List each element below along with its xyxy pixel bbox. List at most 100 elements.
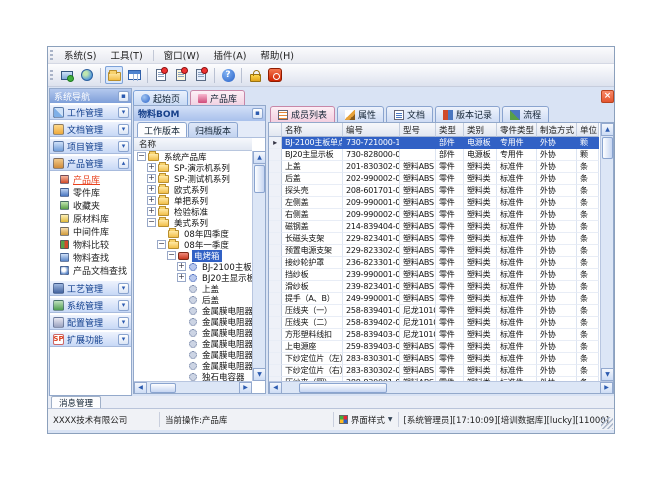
sidebar-item-产品文档查找[interactable]: 产品文档查找 — [50, 264, 131, 277]
table-row[interactable]: BJ20主显示板730-828000-04E部件电源板专用件外协颗 — [269, 149, 600, 161]
table-row[interactable]: 磁钢盖214-839404-01E塑料ABS零件塑料类标准件外协条 — [269, 221, 600, 233]
tree-node[interactable]: 08年四季度 — [134, 228, 252, 239]
table-row[interactable]: 下纱定位片（左）283-830301-00E塑料ABS零件塑料类标准件外协条 — [269, 353, 600, 365]
chevron-down-icon[interactable]: ▾ — [118, 300, 129, 311]
column-header-型号[interactable]: 型号 — [400, 123, 436, 137]
bom-pin-button[interactable]: ▪ — [252, 108, 263, 119]
chevron-down-icon[interactable]: ▾ — [118, 107, 129, 118]
member-vertical-scrollbar[interactable]: ▲ ▼ — [600, 123, 613, 381]
member-hscroll-thumb[interactable] — [299, 383, 387, 393]
table-row[interactable]: 上盖201-830302-00E塑料ABS零件塑料类标准件外协条 — [269, 161, 600, 173]
table-row[interactable]: 接纱轮护罩236-823301-00E塑料ABS零件塑料类标准件外协条 — [269, 257, 600, 269]
tree-node[interactable]: 独石电容器 — [134, 371, 252, 381]
sidebar-group-文档管理[interactable]: 文档管理▾ — [50, 121, 131, 137]
menu-help[interactable]: 帮助(H) — [253, 47, 301, 63]
globe-icon[interactable] — [78, 66, 96, 84]
sidebar-item-产品库[interactable]: 产品库 — [50, 173, 131, 186]
tab-流程[interactable]: 流程 — [502, 106, 549, 122]
chevron-up-icon[interactable]: ▴ — [118, 158, 129, 169]
tree-node[interactable]: 金属膜电阻器 — [134, 338, 252, 349]
menubar-grip[interactable] — [50, 50, 53, 61]
sidebar-pin-button[interactable]: ▪ — [118, 91, 129, 102]
tab-属性[interactable]: 属性 — [337, 106, 384, 122]
new-doc-icon[interactable] — [152, 66, 170, 84]
lock-icon[interactable] — [246, 66, 264, 84]
chevron-down-icon[interactable]: ▾ — [118, 317, 129, 328]
sidebar-group-产品管理[interactable]: 产品管理▴ — [50, 155, 131, 171]
member-scroll-thumb[interactable] — [602, 137, 613, 159]
product-folder-icon[interactable] — [105, 66, 123, 84]
expand-plus-icon[interactable]: + — [147, 163, 156, 172]
tree-node[interactable]: +BJ-2100主板单点 — [134, 261, 252, 272]
scroll-right-icon[interactable]: ▶ — [600, 382, 613, 394]
expand-plus-icon[interactable]: + — [177, 273, 186, 282]
chevron-down-icon[interactable]: ▾ — [118, 283, 129, 294]
help-icon[interactable]: ? — [219, 66, 237, 84]
scroll-down-icon[interactable]: ▼ — [253, 368, 265, 381]
table-row[interactable]: 压线夹（一）258-839401-00E尼龙1010零件塑料类标准件外协条 — [269, 305, 600, 317]
message-panel-tab[interactable]: 消息管理 — [51, 396, 101, 408]
column-header-类别[interactable]: 类别 — [464, 123, 497, 137]
chevron-down-icon[interactable]: ▾ — [118, 124, 129, 135]
bom-tree-horizontal-scrollbar[interactable]: ◀ ▶ — [134, 381, 252, 393]
scroll-up-icon[interactable]: ▲ — [253, 151, 265, 164]
column-header-类型[interactable]: 类型 — [436, 123, 464, 137]
bom-tree-scroll-thumb[interactable] — [254, 165, 265, 193]
tree-node[interactable]: −电烤箱 — [134, 250, 252, 261]
column-header-制造方式[interactable]: 制造方式 — [537, 123, 577, 137]
version-tab-归档版本[interactable]: 归档版本 — [188, 122, 238, 137]
tree-node[interactable]: 金属膜电阻器 — [134, 360, 252, 371]
tab-版本记录[interactable]: 版本记录 — [435, 106, 500, 122]
sidebar-item-收藏夹[interactable]: 收藏夹 — [50, 199, 131, 212]
scroll-left-icon[interactable]: ◀ — [269, 382, 282, 394]
sidebar-group-工作管理[interactable]: 工作管理▾ — [50, 104, 131, 120]
tree-node[interactable]: 金属膜电阻器 — [134, 316, 252, 327]
expand-plus-icon[interactable]: + — [147, 207, 156, 216]
tree-node[interactable]: 金属膜电阻器 — [134, 349, 252, 360]
scroll-down-icon[interactable]: ▼ — [601, 368, 614, 381]
menu-window[interactable]: 窗口(W) — [157, 47, 207, 63]
sidebar-item-中间件库[interactable]: 中间件库 — [50, 225, 131, 238]
toolbar-grip[interactable] — [50, 70, 53, 81]
table-row[interactable]: 压线夹（二）258-839402-00E尼龙1010零件塑料类标准件外协条 — [269, 317, 600, 329]
table-row[interactable]: 下纱定位片（右）283-830302-00E塑料ABS零件塑料类标准件外协条 — [269, 365, 600, 377]
tab-成员列表[interactable]: 成员列表 — [270, 106, 335, 122]
collapse-minus-icon[interactable]: − — [167, 251, 176, 260]
bom-tree-column-header[interactable]: 名称 — [134, 138, 252, 151]
interface-style-button[interactable]: 界面样式 ▼ — [334, 412, 399, 427]
version-tab-工作版本[interactable]: 工作版本 — [137, 122, 187, 137]
tree-node[interactable]: +单把系列 — [134, 195, 252, 206]
expand-plus-icon[interactable]: + — [147, 174, 156, 183]
table-row[interactable]: 长磁头支架229-823401-00E塑料ABS零件塑料类标准件外协条 — [269, 233, 600, 245]
table-row[interactable]: 预置电源支架229-823302-00E塑料ABS零件塑料类标准件外协条 — [269, 245, 600, 257]
table-row[interactable]: 后盖202-990002-01E塑料ABS零件塑料类标准件外协条 — [269, 173, 600, 185]
table-row[interactable]: 左侧盖209-990001-01E塑料ABS零件塑料类标准件外协条 — [269, 197, 600, 209]
sidebar-group-扩展功能[interactable]: SP扩展功能▾ — [50, 331, 131, 347]
menu-system[interactable]: 系统(S) — [57, 47, 103, 63]
collapse-minus-icon[interactable]: − — [157, 240, 166, 249]
table-row[interactable]: 挡纱板239-990001-01E塑料ABS零件塑料类标准件外协条 — [269, 269, 600, 281]
doc-tab-产品库[interactable]: 产品库 — [190, 90, 245, 105]
bom-table-icon[interactable] — [125, 66, 143, 84]
sidebar-group-系统管理[interactable]: 系统管理▾ — [50, 297, 131, 313]
sidebar-item-零件库[interactable]: 零件库 — [50, 186, 131, 199]
exit-icon[interactable] — [266, 66, 284, 84]
table-row[interactable]: 提手（A、B）249-990001-01E塑料ABS零件塑料类标准件外协条 — [269, 293, 600, 305]
sidebar-group-工艺管理[interactable]: 工艺管理▾ — [50, 280, 131, 296]
chevron-down-icon[interactable]: ▾ — [118, 334, 129, 345]
tree-node[interactable]: +BJ20主显示板 — [134, 272, 252, 283]
tree-node[interactable]: −美式系列 — [134, 217, 252, 228]
bom-tree-hscroll-thumb[interactable] — [150, 383, 176, 393]
table-row[interactable]: 上电源座259-839403-00E塑料ABS零件塑料类标准件外协条 — [269, 341, 600, 353]
table-row[interactable]: 滑纱板239-823401-00E塑料ABS零件塑料类标准件外协条 — [269, 281, 600, 293]
expand-plus-icon[interactable]: + — [147, 196, 156, 205]
member-horizontal-scrollbar[interactable]: ◀ ▶ — [269, 381, 613, 393]
expand-plus-icon[interactable]: + — [177, 262, 186, 271]
tree-node[interactable]: +检验标准 — [134, 206, 252, 217]
sidebar-group-配置管理[interactable]: 配置管理▾ — [50, 314, 131, 330]
bom-tree-vertical-scrollbar[interactable]: ▲ ▼ — [252, 151, 265, 381]
table-row[interactable]: 方形塑料线扣258-839403-00E尼龙1010零件塑料类标准件外协条 — [269, 329, 600, 341]
chevron-down-icon[interactable]: ▾ — [118, 141, 129, 152]
doc-badge-icon[interactable] — [172, 66, 190, 84]
menu-plugins[interactable]: 插件(A) — [206, 47, 253, 63]
